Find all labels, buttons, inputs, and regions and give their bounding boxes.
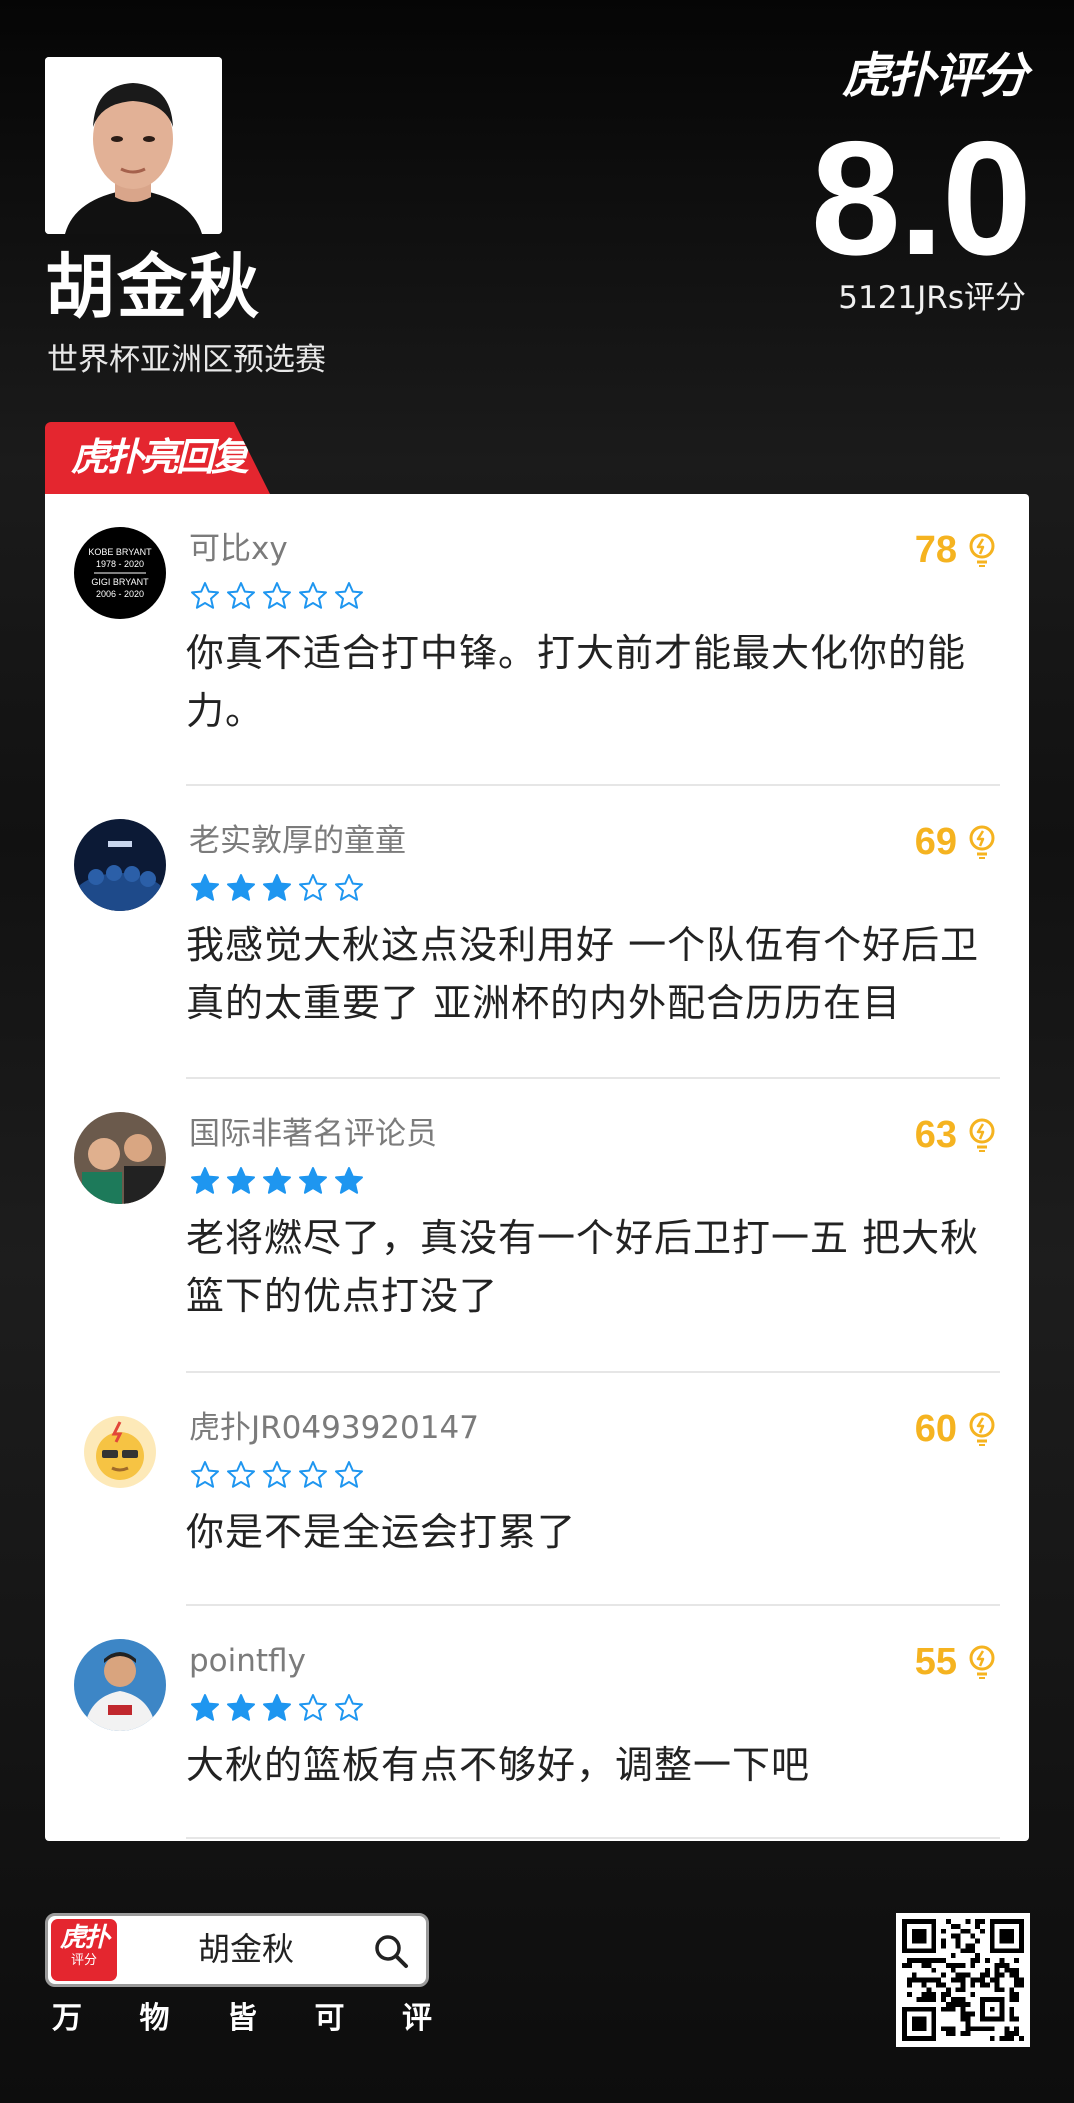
star-empty-icon <box>227 1461 255 1488</box>
like-counter[interactable]: 78 <box>915 531 997 569</box>
star-empty-icon <box>335 582 363 609</box>
rating-score: 8.0 <box>810 108 1032 289</box>
like-counter[interactable]: 60 <box>915 1410 997 1448</box>
star-empty-icon <box>263 1461 291 1488</box>
star-rating <box>190 1693 364 1723</box>
comment-item: 国际非著名评论员 63 老将燃尽了，真没有一个好后卫打一五 把大秋篮下的优点打没… <box>45 1079 1029 1373</box>
star-filled-icon <box>191 1694 219 1721</box>
event-name: 世界杯亚洲区预选赛 <box>47 342 326 378</box>
comment-item: 虎扑JR0493920147 60 你是不是全运会打累了 <box>45 1373 1029 1606</box>
hupu-logo-text: 虎扑 <box>59 1923 110 1953</box>
star-empty-icon <box>263 582 291 609</box>
lightbulb-icon <box>969 1645 995 1679</box>
star-filled-icon <box>263 874 291 901</box>
comment-text: 老将燃尽了，真没有一个好后卫打一五 把大秋篮下的优点打没了 <box>186 1216 980 1318</box>
hupu-logo-subtext: 评分 <box>70 1953 97 1968</box>
star-filled-icon <box>263 1167 291 1194</box>
star-filled-icon <box>299 1167 327 1194</box>
divider <box>186 1837 1000 1839</box>
avatar[interactable]: KOBE BRYANT 1978 - 2020 GIGI BRYANT 2006… <box>74 527 166 619</box>
rating-count: 5121JRs评分 <box>838 280 1026 316</box>
like-count: 60 <box>914 1408 957 1450</box>
like-counter[interactable]: 55 <box>915 1643 997 1681</box>
star-filled-icon <box>191 874 219 901</box>
hupu-rating-logo: 虎扑评分 <box>841 48 1028 104</box>
search-icon[interactable] <box>372 1932 410 1970</box>
avatar[interactable] <box>74 1406 166 1498</box>
star-empty-icon <box>299 1694 327 1721</box>
username[interactable]: 国际非著名评论员 <box>189 1119 437 1150</box>
star-empty-icon <box>227 582 255 609</box>
search-bar[interactable]: 虎扑 评分 胡金秋 <box>45 1913 429 1987</box>
avatar-text: KOBE BRYANT <box>88 547 152 557</box>
star-filled-icon <box>191 1167 219 1194</box>
like-counter[interactable]: 63 <box>915 1116 997 1154</box>
search-query[interactable]: 胡金秋 <box>198 1933 294 1965</box>
like-counter[interactable]: 69 <box>915 823 997 861</box>
slogan-char: 万 <box>52 2001 82 2036</box>
star-empty-icon <box>191 1461 219 1488</box>
star-filled-icon <box>263 1694 291 1721</box>
avatar[interactable] <box>74 1639 166 1731</box>
comment-item: 老实敦厚的童童 69 我感觉大秋这点没利用好 一个队伍有个好后卫真的太重要了 亚… <box>45 786 1029 1079</box>
comment-item: pointfly 55 大秋的篮板有点不够好，调整一下吧 <box>45 1606 1029 1839</box>
like-count: 69 <box>914 821 957 863</box>
star-filled-icon <box>227 874 255 901</box>
player-name: 胡金秋 <box>45 246 261 328</box>
star-filled-icon <box>227 1167 255 1194</box>
comment-text: 大秋的篮板有点不够好，调整一下吧 <box>186 1743 811 1787</box>
star-rating <box>190 1166 364 1196</box>
star-rating <box>190 581 364 611</box>
slogan-char: 皆 <box>227 2001 257 2036</box>
username[interactable]: 虎扑JR0493920147 <box>189 1413 479 1444</box>
like-count: 63 <box>914 1114 957 1156</box>
like-count: 55 <box>914 1641 957 1683</box>
lightbulb-icon <box>969 825 995 859</box>
comment-text: 我感觉大秋这点没利用好 一个队伍有个好后卫真的太重要了 亚洲杯的内外配合历历在目 <box>186 923 980 1025</box>
star-filled-icon <box>335 1167 363 1194</box>
username[interactable]: 可比xy <box>189 534 288 565</box>
hupu-logo: 虎扑 评分 <box>51 1919 117 1981</box>
like-count: 78 <box>914 529 957 571</box>
slogan-char: 物 <box>139 2001 170 2036</box>
star-rating <box>190 1460 364 1490</box>
slogan-char: 评 <box>402 2001 432 2036</box>
lightbulb-icon <box>969 1118 995 1152</box>
star-empty-icon <box>335 1694 363 1721</box>
qr-code[interactable] <box>896 1913 1030 2047</box>
star-empty-icon <box>335 874 363 901</box>
avatar-text: GIGI BRYANT <box>91 577 149 587</box>
comment-text: 你真不适合打中锋。打大前才能最大化你的能力。 <box>186 631 967 733</box>
player-photo <box>45 57 222 234</box>
comment-item: KOBE BRYANT 1978 - 2020 GIGI BRYANT 2006… <box>45 494 1029 786</box>
comments-card: KOBE BRYANT 1978 - 2020 GIGI BRYANT 2006… <box>45 494 1029 1841</box>
slogan-char: 可 <box>314 2001 345 2036</box>
star-empty-icon <box>335 1461 363 1488</box>
star-empty-icon <box>299 1461 327 1488</box>
slogan: 万 物 皆 可 评 <box>52 2004 432 2034</box>
username[interactable]: pointfly <box>189 1646 306 1677</box>
star-rating <box>190 873 364 903</box>
section-tab-hot-replies: 虎扑亮回复 <box>45 422 270 494</box>
lightbulb-icon <box>969 533 995 567</box>
star-empty-icon <box>299 874 327 901</box>
avatar[interactable] <box>74 1112 166 1204</box>
avatar[interactable] <box>74 819 166 911</box>
avatar-text: 2006 - 2020 <box>96 589 144 599</box>
username[interactable]: 老实敦厚的童童 <box>189 826 406 857</box>
star-filled-icon <box>227 1694 255 1721</box>
comment-text: 你是不是全运会打累了 <box>186 1510 577 1554</box>
star-empty-icon <box>191 582 219 609</box>
section-title: 虎扑亮回复 <box>71 435 249 479</box>
lightbulb-icon <box>969 1412 995 1446</box>
star-empty-icon <box>299 582 327 609</box>
avatar-text: 1978 - 2020 <box>96 559 144 569</box>
